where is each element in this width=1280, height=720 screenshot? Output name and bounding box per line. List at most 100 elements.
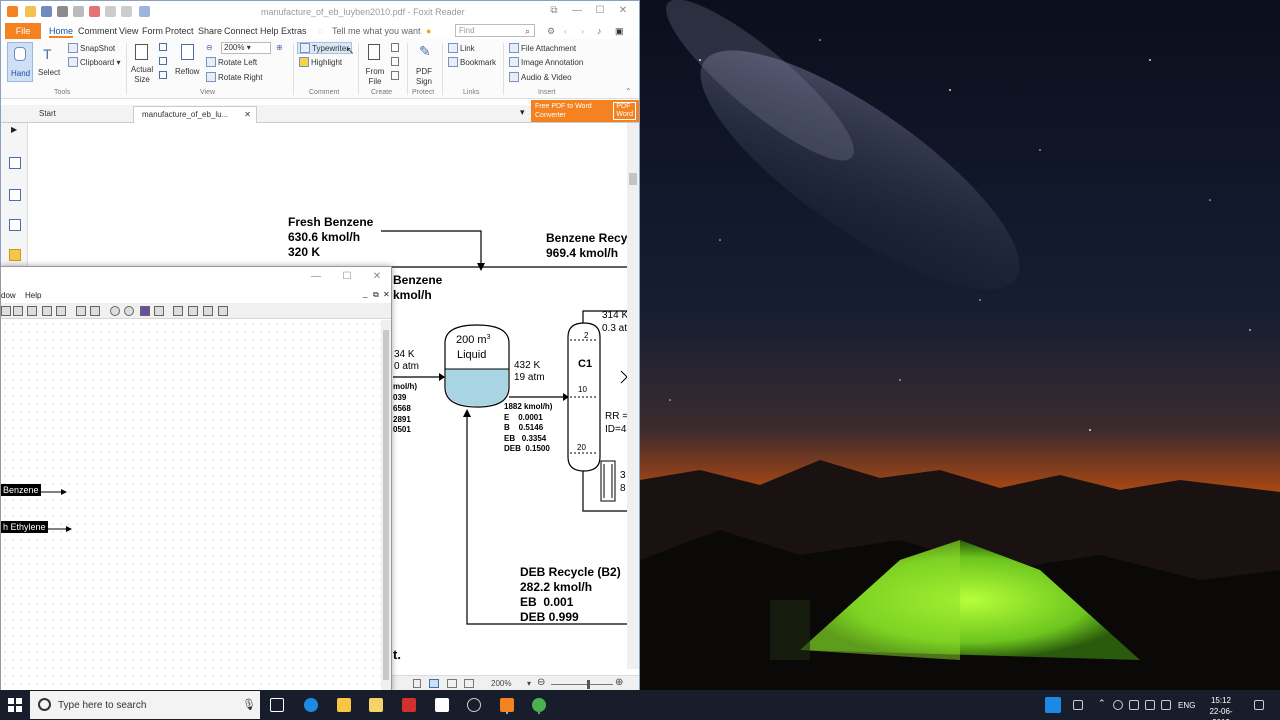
typewriter-button[interactable]: Typewriter bbox=[297, 42, 352, 54]
save-icon[interactable] bbox=[41, 6, 52, 17]
link-button[interactable]: Link bbox=[448, 43, 475, 53]
tool-10-icon[interactable] bbox=[140, 306, 150, 316]
people-icon[interactable] bbox=[1073, 700, 1083, 710]
language-indicator[interactable]: ENG bbox=[1178, 701, 1195, 710]
promo-banner[interactable]: Free PDF to Word Converter PDF Word bbox=[531, 100, 639, 122]
tool-15-icon[interactable] bbox=[218, 306, 228, 316]
collapse-ribbon-icon[interactable]: ⌃ bbox=[625, 87, 632, 96]
chrome-task-icon[interactable] bbox=[532, 698, 546, 712]
tool-1-icon[interactable] bbox=[1, 306, 11, 316]
onedrive-icon[interactable] bbox=[1113, 700, 1123, 710]
taskbar-search-box[interactable]: Type here to search 🎙 bbox=[30, 691, 260, 719]
zoom-slider[interactable] bbox=[551, 684, 613, 685]
redo-icon[interactable] bbox=[121, 6, 132, 17]
menu-share[interactable]: Share bbox=[198, 26, 222, 36]
tool-3-icon[interactable] bbox=[27, 306, 37, 316]
bookmarks-icon[interactable] bbox=[9, 189, 21, 201]
notifications-icon[interactable] bbox=[1254, 700, 1264, 710]
tab-list-icon[interactable]: ▾ bbox=[520, 107, 525, 118]
from-file-button[interactable]: From File bbox=[362, 43, 388, 87]
actual-size-button[interactable]: Actual Size bbox=[128, 43, 156, 87]
zoom-tool-2-icon[interactable] bbox=[124, 306, 134, 316]
inner-minimize-icon[interactable]: _ bbox=[363, 289, 367, 298]
menu-file[interactable]: File bbox=[5, 23, 41, 39]
bell-icon[interactable]: ♪ bbox=[597, 26, 602, 36]
menu-view[interactable]: View bbox=[119, 26, 138, 36]
tab-start[interactable]: Start bbox=[31, 106, 129, 123]
blank-page-icon[interactable] bbox=[391, 43, 399, 52]
reflow-button[interactable]: Reflow bbox=[174, 43, 202, 87]
snapshot-button[interactable]: SnapShot bbox=[68, 43, 115, 53]
maximize-button[interactable]: ☐ bbox=[590, 4, 610, 18]
hand-button[interactable]: Hand bbox=[7, 42, 33, 82]
windows-start-icon[interactable] bbox=[8, 698, 22, 712]
facing-icon[interactable] bbox=[447, 679, 457, 688]
tab-document[interactable]: manufacture_of_eb_lu... ✕ bbox=[133, 106, 257, 123]
inner-restore-icon[interactable]: ⧉ bbox=[373, 290, 379, 300]
stream-benzene-label[interactable]: Benzene bbox=[1, 484, 41, 496]
settings-icon[interactable]: ⚙ bbox=[547, 26, 555, 37]
comments-icon[interactable] bbox=[9, 249, 21, 261]
battery-icon[interactable] bbox=[1145, 700, 1155, 710]
scan-icon[interactable] bbox=[391, 57, 399, 66]
flowsheet-close-button[interactable]: ✕ bbox=[367, 270, 387, 284]
tool-4-icon[interactable] bbox=[42, 306, 52, 316]
tool-7-icon[interactable] bbox=[90, 306, 100, 316]
flowsheet-minimize-button[interactable]: — bbox=[306, 270, 326, 284]
pages-icon[interactable] bbox=[9, 157, 21, 169]
tell-me-box[interactable]: Tell me what you want bbox=[332, 26, 421, 36]
single-page-icon[interactable] bbox=[413, 679, 421, 688]
menu-home[interactable]: Home bbox=[49, 26, 74, 38]
zoom-out-status-icon[interactable]: ⊖ bbox=[537, 677, 545, 688]
restore-icon[interactable]: ⧉ bbox=[544, 4, 564, 18]
flowsheet-scroll-thumb[interactable] bbox=[383, 330, 389, 680]
file-attachment-button[interactable]: File Attachment bbox=[509, 43, 576, 53]
hand-tool-icon[interactable] bbox=[139, 6, 150, 17]
search-icon[interactable]: ⌕ bbox=[525, 26, 530, 37]
menu-form[interactable]: Form bbox=[142, 26, 163, 36]
tool-6-icon[interactable] bbox=[76, 306, 86, 316]
task-view-icon[interactable] bbox=[270, 698, 284, 712]
store-icon[interactable] bbox=[369, 698, 383, 712]
email-icon[interactable] bbox=[73, 6, 84, 17]
fit-visible-icon[interactable] bbox=[159, 71, 167, 79]
l-app-icon[interactable] bbox=[1045, 697, 1061, 713]
close-button[interactable]: ✕ bbox=[613, 4, 633, 18]
zoom-out-icon[interactable]: ⊖ bbox=[206, 43, 213, 52]
tool-14-icon[interactable] bbox=[203, 306, 213, 316]
next-icon[interactable]: › bbox=[581, 26, 584, 36]
expand-panel-icon[interactable]: ▶ bbox=[11, 125, 17, 134]
tray-expand-icon[interactable]: ⌃ bbox=[1098, 698, 1106, 709]
fit-width-icon[interactable] bbox=[159, 57, 167, 65]
prev-icon[interactable]: ‹ bbox=[564, 26, 567, 36]
volume-icon[interactable] bbox=[1161, 700, 1171, 710]
zoom-dropdown-icon[interactable]: ▾ bbox=[527, 679, 531, 688]
audio-video-button[interactable]: Audio & Video bbox=[509, 72, 572, 82]
flowsheet-scrollbar[interactable] bbox=[381, 320, 391, 692]
zoom-level[interactable]: 200% bbox=[491, 679, 511, 688]
stream-ethylene-label[interactable]: h Ethylene bbox=[1, 521, 48, 533]
app-icon[interactable] bbox=[467, 698, 481, 712]
skin-icon[interactable]: ▣ bbox=[615, 26, 624, 37]
inner-close-icon[interactable]: ✕ bbox=[383, 290, 390, 299]
menu-help[interactable]: Help bbox=[260, 26, 279, 36]
file-explorer-icon[interactable] bbox=[337, 698, 351, 712]
image-annotation-button[interactable]: Image Annotation bbox=[509, 57, 583, 67]
menu-connect[interactable]: Connect bbox=[224, 26, 258, 36]
tool-12-icon[interactable] bbox=[173, 306, 183, 316]
vertical-scrollbar[interactable] bbox=[627, 123, 639, 669]
antivirus-icon[interactable] bbox=[402, 698, 416, 712]
clipboard-pdf-icon[interactable] bbox=[391, 71, 399, 80]
foxit-task-icon[interactable] bbox=[500, 698, 514, 712]
find-input[interactable]: Find bbox=[455, 24, 535, 37]
layers-icon[interactable] bbox=[9, 219, 21, 231]
flowsheet-maximize-button[interactable]: ☐ bbox=[337, 270, 357, 284]
tool-2-icon[interactable] bbox=[13, 306, 23, 316]
tool-5-icon[interactable] bbox=[56, 306, 66, 316]
menu-help-flowsheet[interactable]: Help bbox=[25, 291, 41, 300]
continuous-facing-icon[interactable] bbox=[464, 679, 474, 688]
edge-icon[interactable] bbox=[304, 698, 318, 712]
rotate-left-button[interactable]: Rotate Left bbox=[206, 57, 257, 67]
menu-protect[interactable]: Protect bbox=[165, 26, 194, 36]
pdf-sign-button[interactable]: ✎ PDF Sign bbox=[411, 43, 437, 87]
